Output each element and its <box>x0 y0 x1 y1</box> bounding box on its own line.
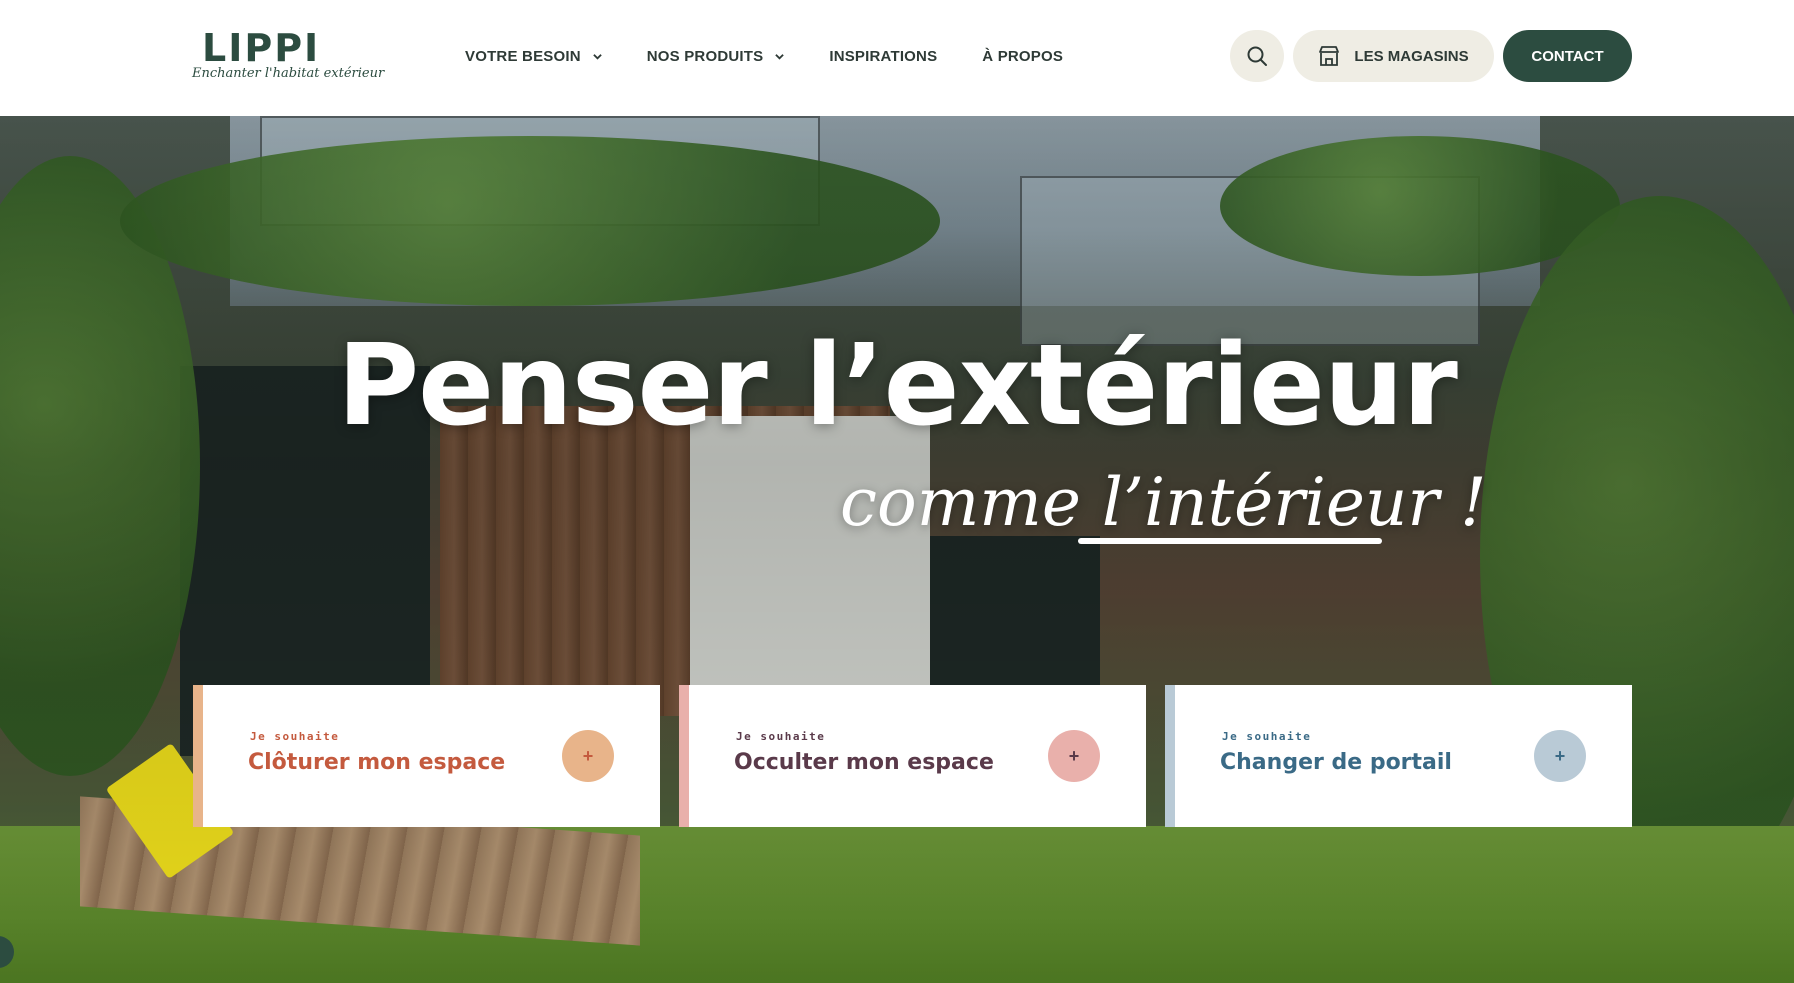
nav-item-label: NOS PRODUITS <box>646 47 764 65</box>
plus-icon[interactable]: + <box>562 730 614 782</box>
card-kicker: Je souhaite <box>1222 730 1312 743</box>
store-icon <box>1319 46 1340 66</box>
card-accent-bar <box>679 685 689 827</box>
chevron-down-icon <box>775 53 785 60</box>
contact-button[interactable]: CONTACT <box>1503 30 1632 82</box>
main-nav: VOTRE BESOIN NOS PRODUITS INSPIRATIONS À… <box>465 0 1108 112</box>
search-button[interactable] <box>1230 30 1284 82</box>
hero-overlay <box>0 116 1794 983</box>
nav-item-label: À PROPOS <box>982 47 1064 65</box>
card-title: Clôturer mon espace <box>248 750 506 775</box>
nav-item-label: VOTRE BESOIN <box>465 47 581 65</box>
card-accent-bar <box>193 685 203 827</box>
nav-item-inspirations[interactable]: INSPIRATIONS <box>829 48 937 65</box>
plus-icon[interactable]: + <box>1534 730 1586 782</box>
stores-button-label: LES MAGASINS <box>1354 47 1469 65</box>
hero-section: Penser l’extérieur comme l’intérieur ! J… <box>0 116 1794 983</box>
card-portail[interactable]: Je souhaite Changer de portail + <box>1165 685 1632 827</box>
contact-button-label: CONTACT <box>1531 47 1604 65</box>
chevron-down-icon <box>593 53 602 60</box>
brand-tagline: Enchanter l'habitat extérieur <box>192 66 385 81</box>
card-occulter[interactable]: Je souhaite Occulter mon espace + <box>679 685 1146 827</box>
card-title: Changer de portail <box>1220 750 1452 775</box>
nav-item-label: INSPIRATIONS <box>829 47 938 65</box>
card-accent-bar <box>1165 685 1175 827</box>
hero-script-underline <box>1078 538 1382 544</box>
card-cloturer[interactable]: Je souhaite Clôturer mon espace + <box>193 685 660 827</box>
brand-logo[interactable]: LIPPI Enchanter l'habitat extérieur <box>190 26 384 86</box>
card-kicker: Je souhaite <box>736 730 826 743</box>
card-title: Occulter mon espace <box>734 750 994 775</box>
site-header: LIPPI Enchanter l'habitat extérieur VOTR… <box>0 0 1794 116</box>
nav-item-a-propos[interactable]: À PROPOS <box>982 48 1063 65</box>
stores-button[interactable]: LES MAGASINS <box>1293 30 1494 82</box>
brand-name: LIPPI <box>202 26 321 70</box>
nav-item-nos-produits[interactable]: NOS PRODUITS <box>647 48 785 65</box>
hero-title: Penser l’extérieur <box>337 321 1458 451</box>
nav-item-votre-besoin[interactable]: VOTRE BESOIN <box>465 48 602 65</box>
hero-script-line: comme l’intérieur ! <box>840 464 1487 541</box>
card-kicker: Je souhaite <box>250 730 340 743</box>
plus-icon[interactable]: + <box>1048 730 1100 782</box>
search-icon <box>1247 46 1267 66</box>
